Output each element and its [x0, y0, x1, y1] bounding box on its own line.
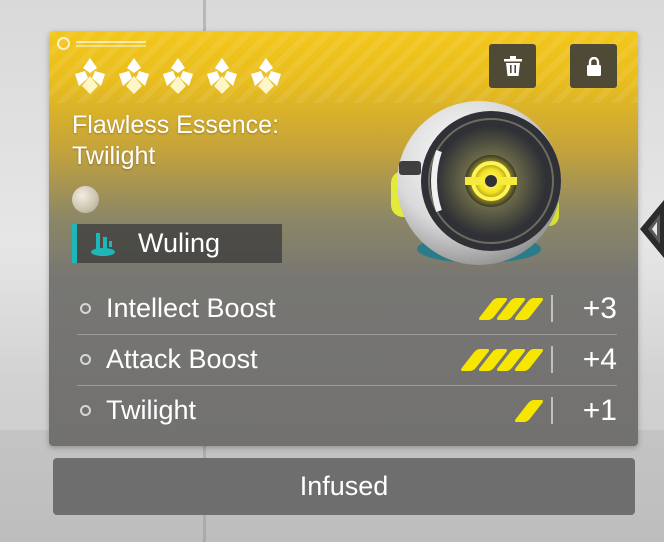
stat-name: Twilight [106, 395, 197, 425]
stat-name: Attack Boost [106, 344, 258, 374]
stat-divider [551, 346, 553, 373]
stat-value: +4 [582, 342, 617, 376]
trash-icon [503, 56, 522, 76]
lock-icon [586, 56, 601, 76]
faction-label: Wuling [138, 228, 221, 258]
bullet-icon [80, 405, 91, 416]
stat-level-pips [513, 399, 545, 422]
faction-tag: Wuling [72, 224, 282, 263]
rarity-star-icon [75, 58, 105, 94]
element-orb-icon [72, 186, 99, 213]
infused-status-bar[interactable]: Infused [53, 458, 635, 515]
bullet-icon [80, 354, 91, 365]
stat-row: Attack Boost +4 [77, 334, 617, 385]
stat-level-pips [459, 348, 545, 371]
item-title-line-1: Flawless Essence: [72, 111, 280, 139]
stat-row: Twilight +1 [77, 385, 617, 436]
status-label: Infused [299, 471, 389, 501]
rarity-star-icon [163, 58, 193, 94]
brand-logo [57, 37, 146, 50]
essence-orb-artwork [391, 101, 561, 265]
item-title: Flawless Essence: Twilight [72, 110, 372, 172]
stat-row: Intellect Boost +3 [77, 283, 617, 334]
item-title-line-2: Twilight [72, 142, 156, 170]
rarity-star-icon [119, 58, 149, 94]
stat-value: +1 [582, 393, 617, 427]
side-emblem-icon [640, 200, 664, 258]
wuling-faction-icon [91, 232, 115, 256]
stat-divider [551, 295, 553, 322]
lock-button[interactable] [570, 44, 617, 88]
stat-level-pips [477, 297, 545, 320]
rarity-star-icon [207, 58, 237, 94]
stat-divider [551, 397, 553, 424]
bullet-icon [80, 303, 91, 314]
stats-list: Intellect Boost +3 Attack Boost +4 Twilight +… [77, 283, 617, 436]
stat-value: +3 [582, 291, 617, 325]
rarity-stars [71, 56, 285, 96]
rarity-star-icon [251, 58, 281, 94]
essence-card: Flawless Essence: Twilight Wuling Intell… [49, 31, 638, 446]
delete-button[interactable] [489, 44, 536, 88]
stat-name: Intellect Boost [106, 293, 276, 323]
